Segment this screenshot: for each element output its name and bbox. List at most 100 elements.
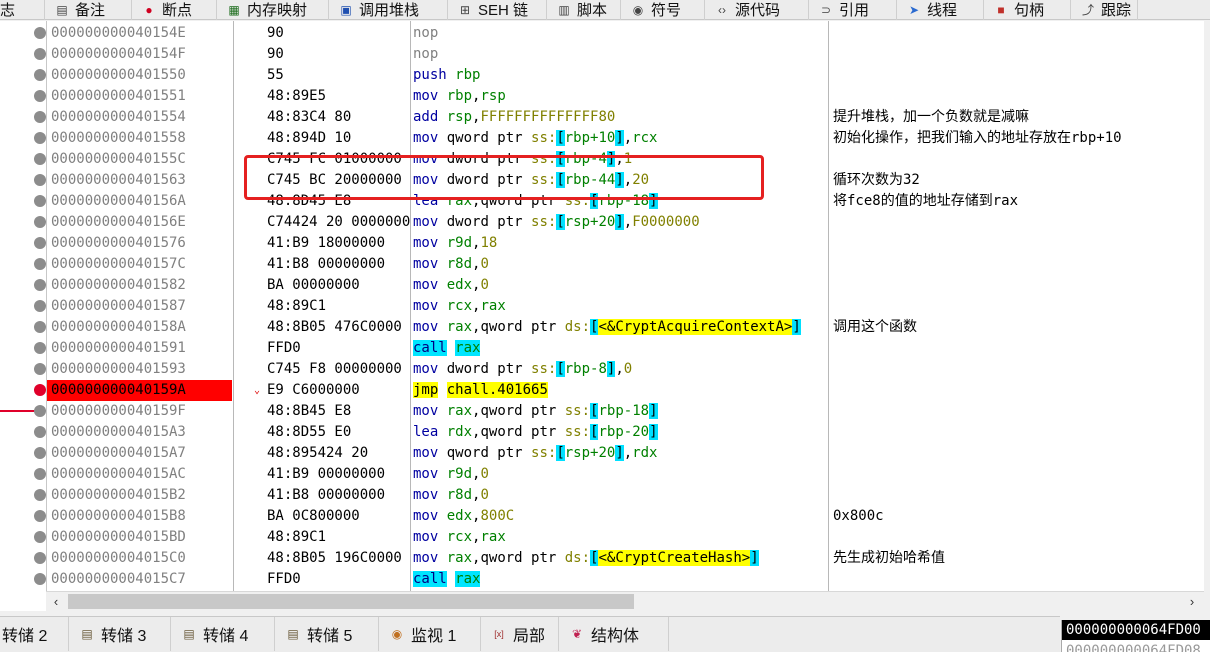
- disasm-row[interactable]: 00000000004015B2 41:B8 00000000 mov r8d,0: [47, 485, 1204, 506]
- disasm-row[interactable]: 00000000004015BD 48:89C1 mov rcx,rax: [47, 527, 1204, 548]
- disassembly-view[interactable]: 000000000040154E 90 nop 000000000040154F 90 n…: [46, 21, 1204, 591]
- bottom-tab-bar: 转储 2 ▤ 转储 3 ▤ 转储 4 ▤ 转储 5 ◉ 监视 1 [x] 局部 ❦ 结构体: [0, 616, 1060, 652]
- row-bytes: 48:83C4 80: [267, 109, 352, 125]
- disasm-row[interactable]: 000000000040154F 90 nop: [47, 44, 1204, 65]
- bottom-tab-5[interactable]: ◉ 监视 1: [379, 617, 481, 651]
- disasm-row[interactable]: 0000000000401582 BA 00000000 mov edx,0: [47, 275, 1204, 296]
- tab-memory-map[interactable]: ▦ 内存映射: [217, 0, 329, 20]
- breakpoint-dot-icon[interactable]: [34, 174, 46, 186]
- breakpoint-dot-icon[interactable]: [34, 447, 46, 459]
- breakpoint-dot-icon[interactable]: [34, 279, 46, 291]
- breakpoint-dot-icon[interactable]: [34, 552, 46, 564]
- disasm-row[interactable]: 00000000004015C7 FFD0 call rax: [47, 569, 1204, 590]
- row-comment[interactable]: 将fce8的值的地址存储到rax: [833, 191, 1204, 212]
- tab-handles[interactable]: ■ 句柄: [984, 0, 1071, 20]
- row-comment[interactable]: 调用这个函数: [833, 317, 1204, 338]
- row-comment[interactable]: 先生成初始哈希值: [833, 548, 1204, 569]
- breakpoint-active-icon[interactable]: [34, 384, 46, 396]
- scroll-left-icon[interactable]: ‹: [48, 592, 64, 611]
- breakpoint-dot-icon[interactable]: [34, 69, 46, 81]
- bottom-tab-6[interactable]: [x] 局部: [481, 617, 559, 651]
- breakpoint-dot-icon[interactable]: [34, 111, 46, 123]
- breakpoint-dot-icon[interactable]: [34, 573, 46, 585]
- row-instruction: mov rcx,rax: [413, 298, 506, 314]
- breakpoint-gutter[interactable]: [0, 21, 46, 611]
- disasm-row[interactable]: 0000000000401587 48:89C1 mov rcx,rax: [47, 296, 1204, 317]
- row-comment[interactable]: 0x800c: [833, 506, 1204, 527]
- stack-address-panel[interactable]: 000000000064FD00 000000000064FD08: [1061, 620, 1210, 652]
- row-comment[interactable]: 提升堆栈，加一个负数就是减嘛: [833, 107, 1204, 128]
- bottom-tab-7[interactable]: ❦ 结构体: [559, 617, 669, 651]
- disasm-row[interactable]: 000000000040157C 41:B8 00000000 mov r8d,0: [47, 254, 1204, 275]
- breakpoint-dot-icon[interactable]: [34, 195, 46, 207]
- disasm-row[interactable]: 0000000000401554 48:83C4 80 add rsp,FFFFFF…: [47, 107, 1204, 128]
- breakpoint-dot-icon[interactable]: [34, 363, 46, 375]
- tab-source-code[interactable]: ‹› 源代码: [705, 0, 809, 20]
- breakpoint-dot-icon[interactable]: [34, 90, 46, 102]
- disasm-row[interactable]: 000000000040159F 48:8B45 E8 mov rax,qword …: [47, 401, 1204, 422]
- bottom-tab-2[interactable]: ▤ 转储 3: [69, 617, 171, 651]
- script-icon: ▥: [558, 2, 570, 17]
- disasm-row[interactable]: 000000000040155C C745 FC 01000000 mov dwor…: [47, 149, 1204, 170]
- disasm-row[interactable]: 00000000004015A3 48:8D55 E0 lea rdx,qword …: [47, 422, 1204, 443]
- breakpoint-dot-icon[interactable]: [34, 531, 46, 543]
- jump-arrow-icon: ⌄: [253, 385, 261, 396]
- breakpoint-dot-icon[interactable]: [34, 426, 46, 438]
- breakpoint-dot-icon[interactable]: [34, 216, 46, 228]
- tab-trace[interactable]: ⤴ 跟踪: [1071, 0, 1138, 20]
- disasm-row[interactable]: 000000000040159A ⌄ E9 C6000000 jmp chall.40…: [47, 380, 1204, 401]
- tab-call-stack[interactable]: ▣ 调用堆栈: [329, 0, 448, 20]
- disasm-row[interactable]: 0000000000401558 48:894D 10 mov qword ptr …: [47, 128, 1204, 149]
- breakpoint-dot-icon[interactable]: [34, 27, 46, 39]
- disasm-row[interactable]: 0000000000401576 41:B9 18000000 mov r9d,18: [47, 233, 1204, 254]
- breakpoint-dot-icon[interactable]: [34, 489, 46, 501]
- breakpoint-dot-icon[interactable]: [34, 132, 46, 144]
- scrollbar-thumb[interactable]: [68, 594, 634, 609]
- disasm-row[interactable]: 0000000000401593 C745 F8 00000000 mov dwor…: [47, 359, 1204, 380]
- tab-seh-chain[interactable]: ⊞ SEH 链: [448, 0, 547, 20]
- breakpoint-dot-icon[interactable]: [34, 468, 46, 480]
- breakpoint-dot-icon[interactable]: [34, 321, 46, 333]
- breakpoint-dot-icon[interactable]: [34, 405, 46, 417]
- breakpoint-dot-icon[interactable]: [34, 237, 46, 249]
- breakpoint-dot-icon[interactable]: [34, 153, 46, 165]
- bottom-tab-4[interactable]: ▤ 转储 5: [275, 617, 379, 651]
- disasm-row[interactable]: 000000000040156E C74424 20 00000000 mov dw…: [47, 212, 1204, 233]
- disasm-row[interactable]: 0000000000401591 FFD0 call rax: [47, 338, 1204, 359]
- disasm-row[interactable]: 00000000004015B8 BA 0C800000 mov edx,800C 0…: [47, 506, 1204, 527]
- horizontal-scrollbar[interactable]: ‹ ›: [46, 591, 1204, 610]
- row-address: 00000000004015BD: [51, 529, 186, 545]
- breakpoint-dot-icon[interactable]: [34, 258, 46, 270]
- disasm-row[interactable]: 00000000004015A7 48:895424 20 mov qword pt…: [47, 443, 1204, 464]
- row-bytes: 41:B9 00000000: [267, 466, 386, 482]
- disasm-row[interactable]: 00000000004015C0 48:8B05 196C0000 mov rax,…: [47, 548, 1204, 569]
- disasm-row[interactable]: 00000000004015AC 41:B9 00000000 mov r9d,0: [47, 464, 1204, 485]
- tab-references[interactable]: ⊃ 引用: [809, 0, 897, 20]
- bottom-tab-1[interactable]: 转储 2: [0, 617, 69, 651]
- bottom-tab-3[interactable]: ▤ 转储 4: [171, 617, 275, 651]
- row-comment[interactable]: 循环次数为32: [833, 170, 1204, 191]
- row-address: 0000000000401554: [51, 109, 186, 125]
- disasm-row[interactable]: 000000000040154E 90 nop: [47, 23, 1204, 44]
- tab-script[interactable]: ▥ 脚本: [547, 0, 621, 20]
- stack-address-next[interactable]: 000000000064FD08: [1062, 641, 1210, 652]
- row-bytes: 48:895424 20: [267, 445, 369, 461]
- breakpoint-dot-icon[interactable]: [34, 48, 46, 60]
- breakpoint-dot-icon[interactable]: [34, 510, 46, 522]
- tab-log[interactable]: 志: [0, 0, 45, 20]
- row-comment[interactable]: 初始化操作，把我们输入的地址存放在rbp+10: [833, 128, 1204, 149]
- tab-symbols[interactable]: ◉ 符号: [621, 0, 705, 20]
- breakpoint-dot-icon[interactable]: [34, 300, 46, 312]
- tab-notes[interactable]: ▤ 备注: [45, 0, 132, 20]
- tab-threads[interactable]: ➤ 线程: [897, 0, 984, 20]
- scroll-right-icon[interactable]: ›: [1184, 592, 1200, 611]
- disasm-row[interactable]: 000000000040158A 48:8B05 476C0000 mov rax,…: [47, 317, 1204, 338]
- disasm-row[interactable]: 000000000040156A 48:8D45 E8 lea rax,qword …: [47, 191, 1204, 212]
- tab-breakpoint[interactable]: ● 断点: [132, 0, 217, 20]
- stack-address-current[interactable]: 000000000064FD00: [1062, 620, 1210, 640]
- disasm-row[interactable]: 0000000000401550 55 push rbp: [47, 65, 1204, 86]
- breakpoint-dot-icon[interactable]: [34, 342, 46, 354]
- vertical-scrollbar[interactable]: [1204, 21, 1210, 591]
- disasm-row[interactable]: 0000000000401563 C745 BC 20000000 mov dwor…: [47, 170, 1204, 191]
- disasm-row[interactable]: 0000000000401551 48:89E5 mov rbp,rsp: [47, 86, 1204, 107]
